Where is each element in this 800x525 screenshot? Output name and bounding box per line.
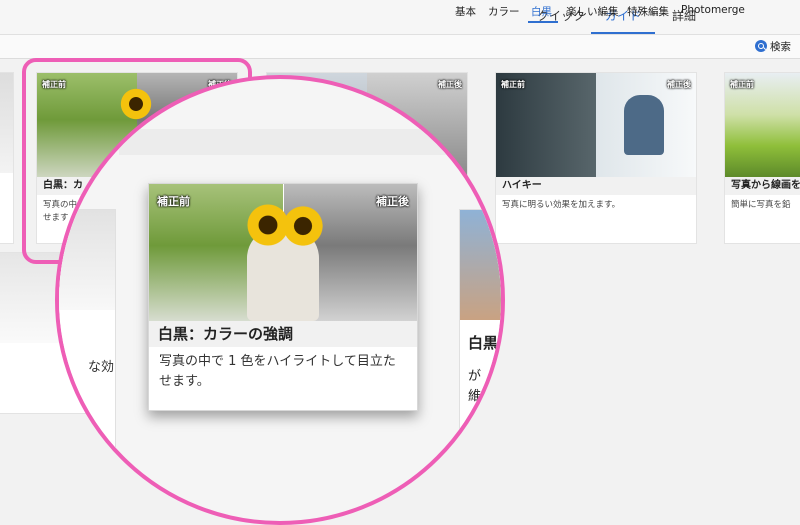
partial-card-left[interactable]: [0, 72, 14, 244]
card-description: 簡単に写真を鉛: [731, 200, 791, 210]
category-fun-edits[interactable]: 楽しい編集: [566, 4, 619, 19]
sunflower-right: [281, 204, 325, 248]
partial-card-left: な効: [59, 209, 116, 451]
partial-card-right: 白黒 が 維: [459, 209, 501, 451]
category-basic[interactable]: 基本: [455, 4, 476, 19]
active-tab-indicator: [591, 32, 655, 34]
after-label: 補正後: [376, 195, 409, 208]
card-title: 白黒：カラーの強調: [149, 321, 417, 347]
search-button[interactable]: 検索: [770, 39, 791, 54]
card-thumbnail: 補正前 補正後: [496, 73, 696, 177]
person-silhouette: [624, 95, 664, 155]
partial-card-title: 白黒: [468, 334, 499, 352]
card-line-drawing[interactable]: 補正前 写真から線画を 簡単に写真を鉛: [724, 72, 800, 244]
card-high-key[interactable]: 補正前 補正後 ハイキー 写真に明るい効果を加えます。: [495, 72, 697, 244]
before-label: 補正前: [157, 195, 190, 208]
before-label: 補正前: [730, 80, 754, 89]
category-black-white[interactable]: 白黒: [531, 4, 552, 19]
category-photomerge[interactable]: Photomerge: [681, 4, 745, 16]
card-thumbnail: 補正前: [725, 73, 800, 177]
card-title: ハイキー: [496, 177, 696, 195]
card-description: 写真の中で 1 色をハイライトして目立た せます。: [159, 354, 396, 389]
category-special-edits[interactable]: 特殊編集: [627, 4, 669, 19]
card-description: 写真に明るい効果を加えます。: [502, 200, 621, 210]
category-bar: [0, 35, 800, 59]
card-title: 写真から線画を: [725, 177, 800, 195]
category-color[interactable]: カラー: [488, 4, 520, 19]
partial-card-desc: な効: [88, 360, 115, 375]
after-label: 補正後: [667, 80, 691, 89]
magnified-card-color-pop[interactable]: 補正前 補正後 白黒：カラーの強調 写真の中で 1 色をハイライトして目立た せ…: [148, 183, 418, 411]
card-thumbnail: [0, 73, 13, 173]
before-label: 補正前: [501, 80, 525, 89]
card-thumbnail: 補正前 補正後: [149, 184, 417, 321]
search-icon[interactable]: [755, 40, 767, 52]
active-category-indicator: [528, 21, 558, 23]
